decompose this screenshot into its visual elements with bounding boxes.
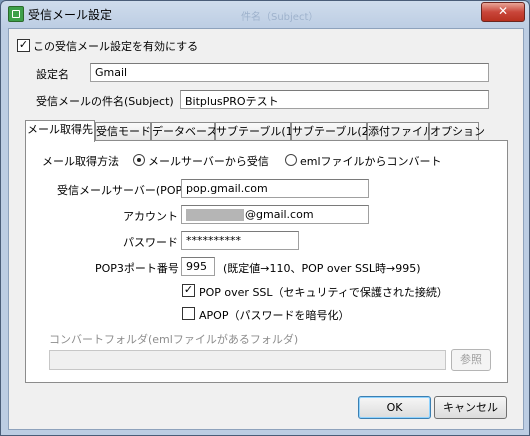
background-window-title: 件名（Subject） <box>241 12 319 23</box>
tab-mail-source[interactable]: メール取得先 <box>25 120 95 142</box>
tab-label: サブテーブル(2) <box>292 125 373 138</box>
app-icon <box>8 6 24 22</box>
apop-label[interactable]: APOP（パスワードを暗号化） <box>199 307 349 323</box>
password-label: パスワード <box>123 236 178 249</box>
setting-name-input[interactable]: Gmail <box>90 63 489 82</box>
tab-label: 受信モード <box>96 125 151 138</box>
tab-label: オプション <box>430 125 485 138</box>
radio-eml-file[interactable] <box>285 154 297 166</box>
tab-subtable-2[interactable]: サブテーブル(2) <box>291 122 373 140</box>
tab-options[interactable]: オプション <box>429 122 485 140</box>
radio-eml-file-label[interactable]: emlファイルからコンバート <box>300 153 442 169</box>
close-button[interactable]: ✕ <box>481 2 525 22</box>
tab-receive-mode[interactable]: 受信モード <box>95 122 151 140</box>
server-input[interactable]: pop.gmail.com <box>181 179 369 198</box>
account-label: アカウント <box>123 210 178 223</box>
dialog-client-area: ✓ この受信メール設定を有効にする 設定名 Gmail 受信メールの件名(Sub… <box>8 28 524 430</box>
server-label: 受信メールサーバー(POP3) <box>57 184 194 197</box>
enable-label[interactable]: この受信メール設定を有効にする <box>33 38 198 54</box>
ok-button[interactable]: OK <box>358 396 431 419</box>
subject-input[interactable]: BitplusPROテスト <box>180 90 489 109</box>
subject-label: 受信メールの件名(Subject) <box>36 95 174 108</box>
pop-ssl-checkbox[interactable]: ✓ <box>182 284 195 297</box>
port-label: POP3ポート番号 <box>95 262 179 275</box>
tab-label: 添付ファイル <box>368 125 434 138</box>
cancel-button[interactable]: キャンセル <box>434 396 507 419</box>
account-input[interactable]: @gmail.com <box>181 205 369 224</box>
setting-name-label: 設定名 <box>36 68 69 81</box>
convert-folder-label: コンバートフォルダ(emlファイルがあるフォルダ) <box>49 333 299 346</box>
title-bar[interactable]: 受信メール設定 件名（Subject） ✕ <box>1 1 529 27</box>
account-domain: @gmail.com <box>245 208 314 221</box>
pop-ssl-label[interactable]: POP over SSL（セキュリティで保護された接続） <box>199 284 448 300</box>
fetch-method-label: メール取得方法 <box>42 155 119 168</box>
window-title: 受信メール設定 <box>28 8 113 22</box>
tab-label: メール取得先 <box>27 123 93 136</box>
tab-attachments[interactable]: 添付ファイル <box>367 122 434 140</box>
browse-button[interactable]: 参照 <box>451 349 491 371</box>
dialog-window: 受信メール設定 件名（Subject） ✕ ✓ この受信メール設定を有効にする … <box>0 0 530 436</box>
close-icon: ✕ <box>497 4 509 18</box>
password-input[interactable]: ********** <box>181 231 299 250</box>
redacted-username <box>186 209 244 221</box>
tab-subtable-1[interactable]: サブテーブル(1) <box>215 122 297 140</box>
enable-checkbox[interactable]: ✓ <box>17 39 30 52</box>
convert-folder-input[interactable] <box>49 350 446 370</box>
tab-label: データベース <box>152 125 218 138</box>
tab-database[interactable]: データベース <box>151 122 218 140</box>
tab-label: サブテーブル(1) <box>216 125 297 138</box>
radio-mail-server[interactable] <box>133 154 145 166</box>
port-hint: (既定値→110、POP over SSL時→995) <box>223 262 421 275</box>
apop-checkbox[interactable] <box>182 307 195 320</box>
radio-mail-server-label[interactable]: メールサーバーから受信 <box>148 153 269 169</box>
port-input[interactable]: 995 <box>181 257 215 276</box>
